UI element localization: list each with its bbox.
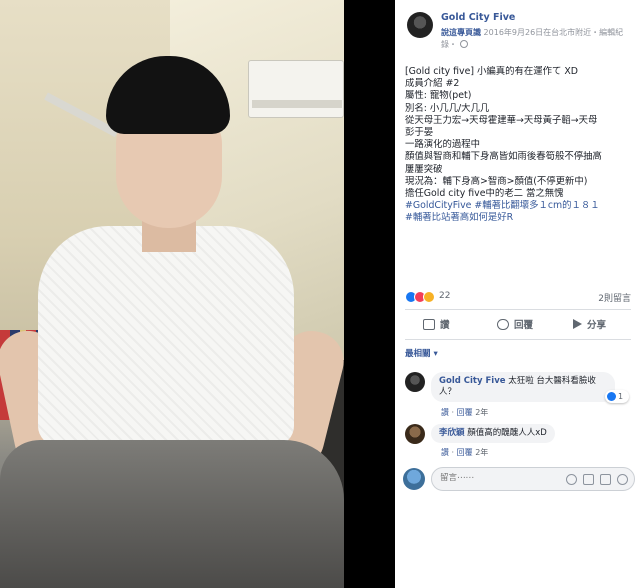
comment-like-link[interactable]: 讚 bbox=[441, 448, 449, 457]
post-side-panel: Gold City Five 說這專頁識 2016年9月26日在台北市附近・編輯… bbox=[395, 0, 640, 588]
post-header: Gold City Five 說這專頁識 2016年9月26日在台北市附近・編輯… bbox=[395, 0, 640, 56]
globe-icon bbox=[460, 40, 468, 48]
comment-text: 顏值高的醜醜人人xD bbox=[467, 428, 547, 438]
comment-sort-dropdown[interactable]: 最相關 ▾ bbox=[405, 347, 438, 359]
comment-icon bbox=[497, 318, 509, 330]
post-actions: 讚 回覆 分享 bbox=[405, 313, 631, 335]
current-user-avatar[interactable] bbox=[403, 468, 425, 490]
like-label: 讚 bbox=[440, 320, 450, 331]
comment-input[interactable] bbox=[440, 473, 544, 483]
comment-author[interactable]: 李欣穎 bbox=[439, 428, 465, 438]
comment-label: 回覆 bbox=[514, 320, 534, 331]
share-button[interactable]: 分享 bbox=[573, 317, 606, 331]
comment-author[interactable]: Gold City Five bbox=[439, 376, 506, 386]
comment-time[interactable]: 2年 bbox=[475, 408, 488, 417]
post-photo[interactable] bbox=[0, 0, 344, 588]
post-text-line: 別名: 小几几/大几几 bbox=[405, 102, 490, 114]
comment-item: 李欣穎 顏值高的醜醜人人xD 讚 · 回覆 2年 bbox=[405, 424, 631, 458]
gif-icon[interactable] bbox=[600, 474, 611, 485]
post-body: [Gold city five] 小編真的有在運作て XD 成員介紹 #2 屬性: … bbox=[405, 66, 633, 225]
comment-box[interactable] bbox=[431, 467, 635, 491]
post-text-line: 彭于晏 bbox=[405, 127, 434, 139]
like-button[interactable]: 讚 bbox=[423, 317, 450, 331]
comment-reply-link[interactable]: 回覆 bbox=[457, 408, 473, 417]
hashtag-line[interactable]: #輔著比站著高如何是好R bbox=[405, 212, 633, 224]
camera-icon[interactable] bbox=[583, 474, 594, 485]
post-text-line: 屢屢突破 bbox=[405, 163, 443, 175]
share-icon bbox=[573, 319, 582, 329]
poster-link[interactable]: 說這專頁識 bbox=[441, 28, 481, 37]
divider bbox=[405, 309, 631, 310]
comment-like-link[interactable]: 讚 bbox=[441, 408, 449, 417]
comment-like-badge[interactable]: 1 bbox=[605, 390, 629, 403]
page-avatar[interactable] bbox=[407, 12, 433, 38]
comment-avatar[interactable] bbox=[405, 372, 425, 392]
comment-reply-link[interactable]: 回覆 bbox=[457, 448, 473, 457]
post-text-line: 現況為：輔下身高>智商>顏值(不停更新中) bbox=[405, 175, 588, 187]
comment-count[interactable]: 2則留言 bbox=[598, 291, 631, 304]
divider bbox=[405, 339, 631, 340]
comment-bubble: Gold City Five 太狂啦 台大醫科看臉收人？ bbox=[431, 372, 615, 402]
photo-blanket bbox=[0, 440, 344, 588]
emoji-icon[interactable] bbox=[566, 474, 577, 485]
comment-button[interactable]: 回覆 bbox=[497, 317, 640, 331]
share-label: 分享 bbox=[587, 320, 607, 331]
post-text-line: 擔任Gold city five中的老二 當之無愧 bbox=[405, 188, 564, 200]
comment-avatar[interactable] bbox=[405, 424, 425, 444]
post-text-line: 顏值與智商和輔下身高皆如雨後春筍般不停抽高 bbox=[405, 151, 602, 163]
post-text-line: 成員介紹 #2 bbox=[405, 78, 460, 90]
post-text-line: 從天母王力宏→天母霍建華→天母黃子韜→天母 bbox=[405, 114, 598, 126]
photo-shirt bbox=[38, 226, 294, 446]
comment-item: Gold City Five 太狂啦 台大醫科看臉收人？ 1 讚 · 回覆 2年 bbox=[405, 372, 631, 418]
page-name-link[interactable]: Gold City Five bbox=[441, 12, 515, 23]
post-text-line: 一路演化的過程中 bbox=[405, 139, 481, 151]
comment-time[interactable]: 2年 bbox=[475, 448, 488, 457]
composer-icons bbox=[566, 474, 628, 485]
reaction-count[interactable]: 22 bbox=[439, 291, 450, 301]
reactions-bar[interactable]: 22 2則留言 bbox=[405, 290, 631, 306]
like-icon bbox=[423, 318, 435, 330]
haha-reaction-icon bbox=[423, 291, 435, 303]
photo-ac-vent bbox=[252, 100, 342, 108]
comment-bubble: 李欣穎 顏值高的醜醜人人xD bbox=[431, 424, 555, 443]
comment-actions: 讚 · 回覆 2年 bbox=[441, 448, 489, 457]
sticker-icon[interactable] bbox=[617, 474, 628, 485]
post-text-line: 屬性: 寵物(pet) bbox=[405, 90, 472, 102]
hashtag-line[interactable]: #GoldCityFive #輔著比翻壞多１cm的１８１ bbox=[405, 200, 633, 212]
photo-air-conditioner bbox=[248, 60, 344, 118]
comment-composer bbox=[403, 465, 635, 493]
post-text-line: [Gold city five] 小編真的有在運作て XD bbox=[405, 66, 579, 77]
post-meta: 說這專頁識 2016年9月26日在台北市附近・編輯紀錄・ bbox=[441, 27, 633, 51]
comment-actions: 讚 · 回覆 2年 bbox=[441, 408, 489, 417]
